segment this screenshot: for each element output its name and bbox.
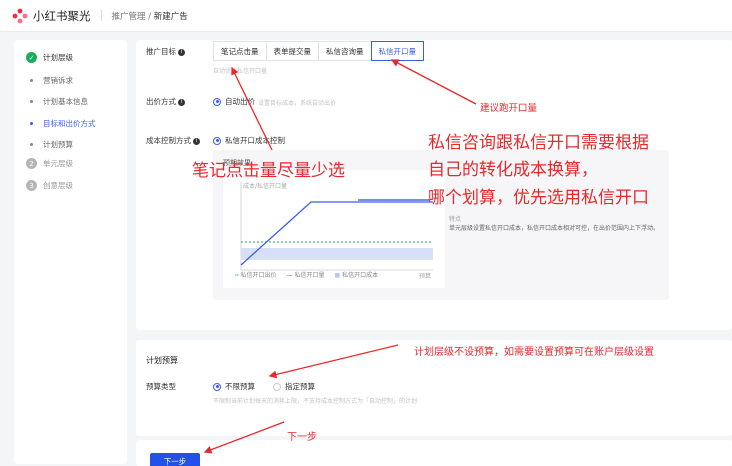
radio-icon <box>273 382 281 391</box>
tab-dm-opens[interactable]: 私信开口量 <box>370 41 424 61</box>
goal-tabs: 笔记点击量 表单提交量 私信咨询量 私信开口量 <box>213 41 424 61</box>
divider <box>100 10 102 21</box>
top-bar: 小红书聚光 推广管理 / 新建广告 <box>0 0 732 32</box>
chart-ylabel: 成本/私信开口量 <box>243 182 287 190</box>
cost-control-radio[interactable]: 私信开口成本控制 <box>213 135 285 146</box>
substep-marketing[interactable]: 营销诉求 <box>14 75 73 86</box>
annotation-next-step: 下一步 <box>287 432 317 443</box>
info-icon: i <box>178 98 185 106</box>
budget-hint: 不限制当前计划每天的消耗上限，不支持成本控制方式为「自动控制」的计划 <box>213 398 418 405</box>
cost-band <box>241 248 433 260</box>
footer-panel <box>136 440 732 466</box>
tab-dm-inquiries[interactable]: 私信咨询量 <box>319 42 372 60</box>
bid-hint: 设置目标成本，系统自动出价 <box>258 100 337 107</box>
app-name: 小红书聚光 <box>33 8 91 23</box>
step-unit-level[interactable]: 2 单元层级 <box>14 158 73 169</box>
tab-note-clicks[interactable]: 笔记点击量 <box>214 42 267 60</box>
annotation-conversion-line1: 私信咨询跟私信开口需要根据 <box>428 133 649 153</box>
feature-body: 单元层级设置私信开口成本，私信开口成本相对可控，在出价范围内上下浮动。 <box>449 225 660 232</box>
step-creative-level[interactable]: 3 创意层级 <box>14 180 73 191</box>
annotation-suggest-dm-opens: 建议跑开口量 <box>480 103 538 114</box>
budget-type-label: 预算类型 <box>146 382 176 391</box>
substep-budget[interactable]: 计划预算 <box>14 139 73 150</box>
bid-auto-radio[interactable]: 自动出价 <box>213 96 255 107</box>
radio-icon <box>213 97 221 106</box>
annotation-conversion-line3: 哪个划算，优先选用私信开口 <box>428 188 649 208</box>
goal-hint: 自动优化私信开口量 <box>213 68 268 75</box>
legend-bid: ┅ 私信开口出价 <box>235 272 277 279</box>
legend-opens: — 私信开口量 <box>286 272 325 279</box>
breadcrumb: 推广管理 / 新建广告 <box>111 11 188 22</box>
annotation-no-plan-budget: 计划层级不设预算，如需要设置预算可在账户层级设置 <box>414 347 654 358</box>
cost-label: 成本控制方式 i <box>146 135 200 146</box>
bid-label: 出价方式 i <box>146 96 185 107</box>
feature-title: 特点 <box>449 216 462 223</box>
radio-icon <box>213 136 221 145</box>
chart-xlabel: 预算 <box>419 272 431 280</box>
annotation-avoid-note-clicks: 笔记点击量尽量少选 <box>192 161 345 181</box>
legend-cost: ■ 私信开口成本 <box>334 272 379 279</box>
chart-legend: ┅ 私信开口出价 — 私信开口量 ■ 私信开口成本 <box>235 270 378 279</box>
info-icon: i <box>193 137 200 145</box>
unlimited-budget-radio[interactable]: 不限预算 <box>213 381 255 392</box>
breadcrumb-parent[interactable]: 推广管理 <box>112 12 146 22</box>
check-icon: ✓ <box>26 52 37 63</box>
substep-basic-info[interactable]: 计划基本信息 <box>14 96 88 107</box>
radio-icon <box>213 382 221 391</box>
goal-label: 推广目标 i <box>146 46 185 57</box>
step-plan-level[interactable]: ✓ 计划层级 <box>14 52 73 63</box>
annotation-conversion-line2: 自己的转化成本换算， <box>428 160 598 180</box>
next-button[interactable]: 下一步 <box>150 453 200 466</box>
breadcrumb-current: 新建广告 <box>153 11 188 22</box>
info-icon: i <box>178 48 185 56</box>
step-sidebar: ✓ 计划层级 营销诉求 计划基本信息 目标和出价方式 计划预算 2 单元层级 3… <box>14 40 127 464</box>
tab-form-submits[interactable]: 表单提交量 <box>267 42 319 60</box>
specified-budget-radio[interactable]: 指定预算 <box>273 381 315 392</box>
budget-section-title: 计划预算 <box>146 356 178 365</box>
substep-goal-bid[interactable]: 目标和出价方式 <box>14 118 96 129</box>
logo-icon <box>12 8 28 24</box>
